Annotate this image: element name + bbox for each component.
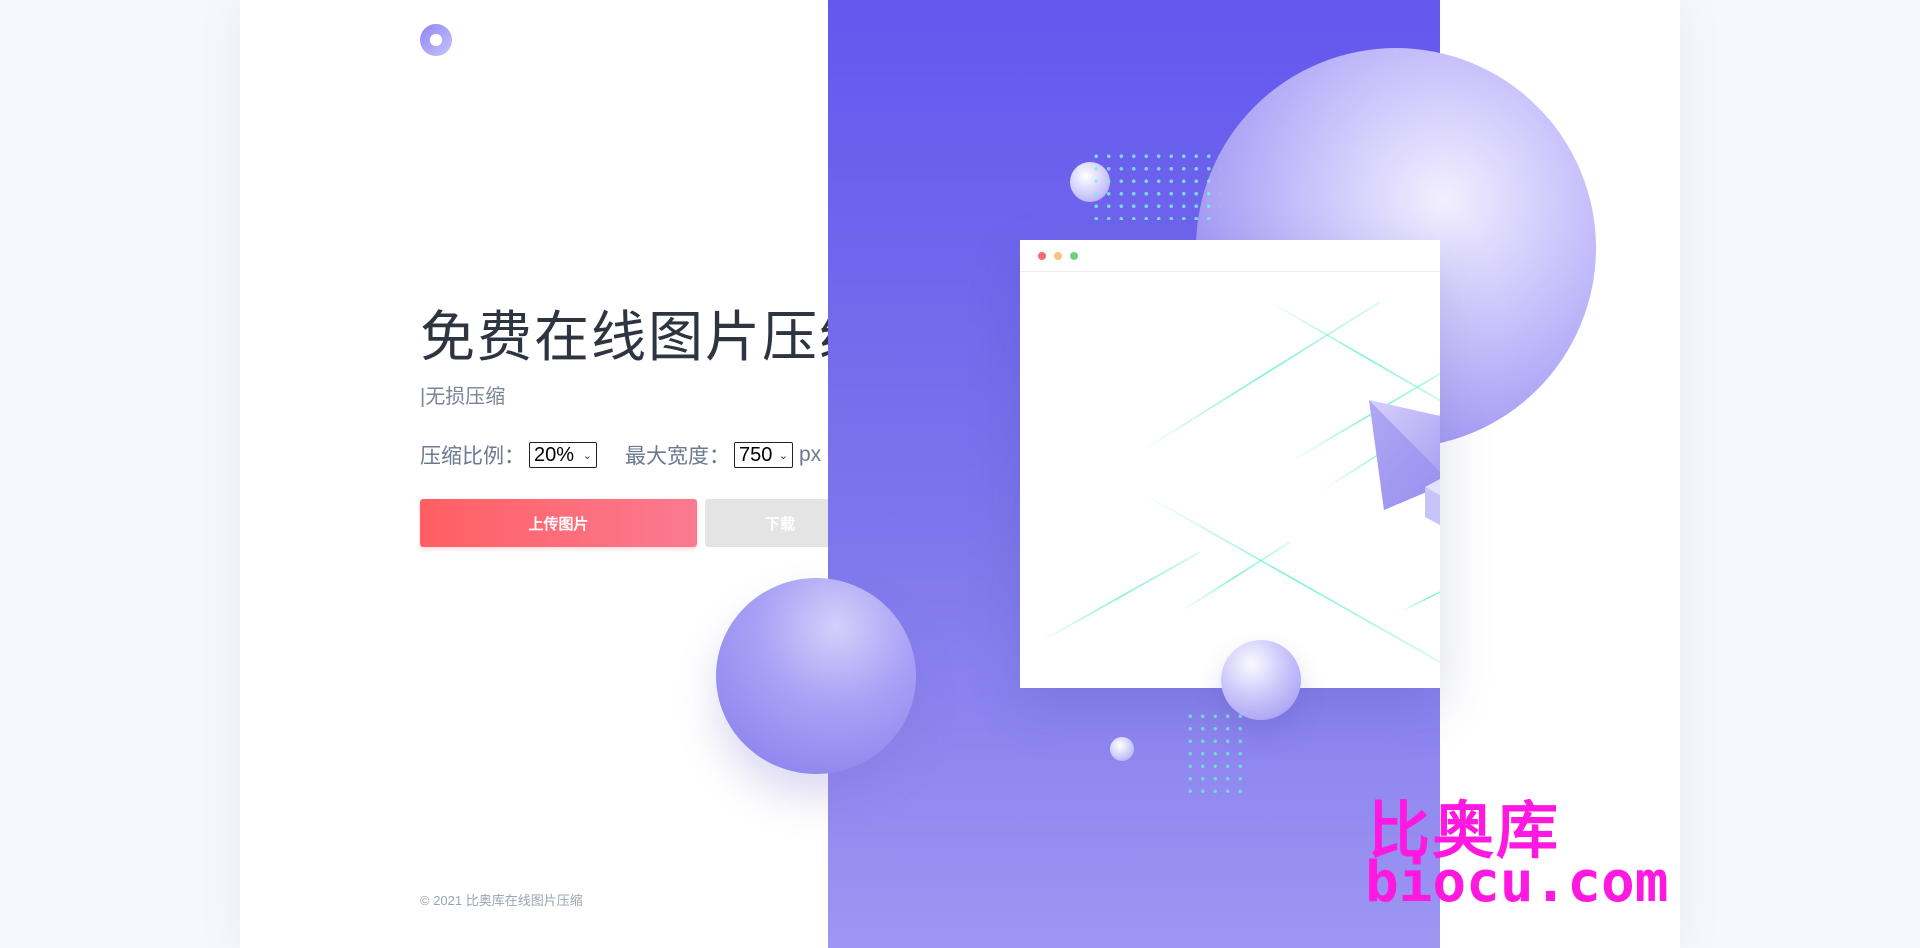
- compression-options: 压缩比例： 20% ⌄ 最大宽度： 750 ⌄ px: [420, 440, 821, 470]
- grid-lines-decoration: [1039, 301, 1440, 663]
- watermark-text-en: biocu.com: [1365, 850, 1669, 915]
- window-minimize-dot-icon: [1054, 252, 1062, 260]
- chevron-down-icon: ⌄: [778, 449, 788, 462]
- max-width-label: 最大宽度：: [625, 445, 730, 468]
- tiny-sphere-decoration: [1110, 737, 1134, 761]
- ratio-select[interactable]: 20% ⌄: [529, 442, 597, 468]
- left-sphere-decoration: [716, 578, 916, 774]
- max-width-select-value: 750: [739, 443, 773, 466]
- isometric-scene-illustration: [1039, 301, 1440, 663]
- window-maximize-dot-icon: [1070, 252, 1078, 260]
- width-unit: px: [799, 443, 822, 466]
- middle-sphere-decoration: [1221, 640, 1301, 720]
- window-close-dot-icon: [1038, 252, 1046, 260]
- page-title: 免费在线图片压缩: [420, 305, 877, 369]
- upload-image-button[interactable]: 上传图片: [420, 499, 697, 547]
- dot-grid-decoration: [1184, 710, 1250, 800]
- browser-mockup-illustration: [1020, 240, 1440, 688]
- max-width-select[interactable]: 750 ⌄: [734, 442, 793, 468]
- copyright-text: © 2021 比奥库在线图片压缩: [420, 893, 583, 908]
- page-subtitle: |无损压缩: [420, 380, 505, 409]
- browser-title-bar: [1020, 240, 1440, 272]
- chevron-down-icon: ⌄: [582, 449, 592, 462]
- ring-logo-icon[interactable]: [420, 24, 452, 56]
- subtitle-text: 无损压缩: [425, 386, 506, 408]
- ratio-select-value: 20%: [534, 443, 575, 466]
- dot-grid-decoration: [1090, 150, 1220, 220]
- ratio-label: 压缩比例：: [420, 445, 525, 468]
